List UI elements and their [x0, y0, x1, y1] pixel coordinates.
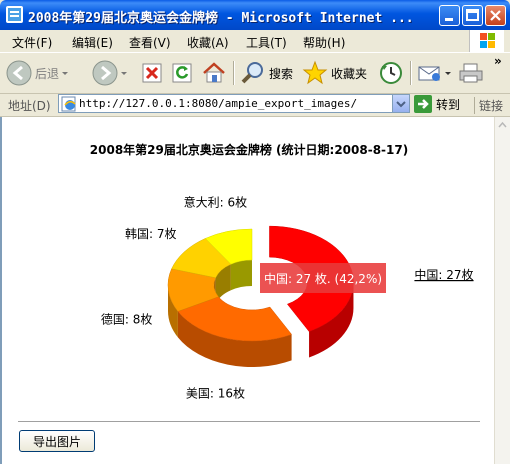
toolbar-separator	[410, 61, 412, 85]
go-label: 转到	[436, 97, 461, 112]
scroll-up-arrow-icon	[498, 121, 507, 128]
toolbar-separator	[233, 61, 235, 85]
divider	[18, 421, 480, 422]
title-bar: 2008年第29届北京奥运会金牌榜 - Microsoft Internet .…	[0, 0, 510, 30]
dropdown-arrow-icon	[445, 72, 451, 75]
address-url: http://127.0.0.1:8080/ampie_export_image…	[79, 97, 358, 110]
address-bar: 地址(D) http://127.0.0.1:8080/ampie_export…	[0, 92, 510, 117]
menu-help[interactable]: 帮助(H)	[303, 34, 345, 51]
address-dropdown-button[interactable]	[392, 95, 409, 112]
home-icon	[203, 62, 225, 83]
refresh-button[interactable]	[172, 59, 192, 87]
history-icon	[380, 62, 402, 84]
print-button[interactable]	[458, 59, 484, 87]
pie-slice-inner-4	[230, 260, 252, 291]
menu-favorites[interactable]: 收藏(A)	[187, 34, 229, 51]
back-label: 后退	[35, 66, 60, 81]
star-icon	[302, 60, 328, 85]
menu-edit[interactable]: 编辑(E)	[72, 34, 113, 51]
minimize-button[interactable]	[439, 5, 460, 26]
dropdown-arrow-icon	[121, 72, 127, 75]
pie-label-1: 美国: 16枚	[186, 385, 245, 400]
legend-entry-china[interactable]: 中国: 27枚	[414, 267, 473, 282]
history-button[interactable]	[378, 59, 404, 87]
windows-logo	[469, 30, 504, 52]
forward-arrow-icon	[92, 60, 118, 86]
windows-flag-icon	[480, 33, 495, 48]
dropdown-arrow-icon	[62, 72, 69, 75]
pie-label-4: 意大利: 6枚	[184, 195, 248, 210]
toolbar-overflow-chevron[interactable]: »	[494, 54, 502, 68]
vertical-scrollbar[interactable]	[494, 117, 510, 464]
address-label: 地址(D)	[8, 99, 51, 113]
stop-button[interactable]	[142, 59, 162, 87]
toolbar: 后退 搜索 收藏夹 »	[0, 52, 510, 94]
pie-chart: 美国: 16枚 德国: 8枚 韩国: 7枚 意大利: 6枚中国: 27 枚. (42,…	[101, 195, 474, 401]
scroll-up-button[interactable]	[495, 117, 510, 133]
favorites-button[interactable]: 收藏夹	[302, 59, 367, 87]
links-label[interactable]: 链接	[474, 97, 503, 114]
search-icon	[241, 62, 263, 84]
window-title: 2008年第29届北京奥运会金牌榜 - Microsoft Internet .…	[28, 11, 414, 26]
search-label: 搜索	[269, 66, 294, 81]
maximize-button[interactable]	[462, 5, 483, 26]
forward-button[interactable]	[92, 59, 130, 87]
chevron-down-icon	[396, 101, 406, 108]
menu-tools[interactable]: 工具(T)	[246, 34, 287, 51]
menu-file[interactable]: 文件(F)	[12, 34, 52, 51]
page-icon	[61, 96, 76, 112]
favorites-label: 收藏夹	[331, 66, 368, 81]
page-content: 2008年第29届北京奥运会金牌榜 (统计日期:2008-8-17) 美国: 1…	[0, 117, 494, 464]
stop-icon	[142, 63, 162, 83]
export-image-button[interactable]: 导出图片	[19, 430, 95, 452]
refresh-icon	[172, 63, 192, 83]
search-button[interactable]: 搜索	[240, 59, 293, 87]
back-button[interactable]: 后退	[6, 59, 71, 87]
printer-icon	[459, 63, 483, 83]
ie-icon	[6, 6, 23, 23]
maximize-icon	[466, 9, 479, 21]
go-arrow-icon	[414, 95, 432, 113]
minimize-icon	[445, 18, 453, 21]
menu-bar: 文件(F) 编辑(E) 查看(V) 收藏(A) 工具(T) 帮助(H)	[0, 30, 510, 52]
mail-icon	[418, 66, 440, 81]
pie-label-3: 韩国: 7枚	[125, 226, 177, 241]
mail-button[interactable]	[417, 59, 453, 87]
close-icon	[490, 10, 501, 21]
pie-label-2: 德国: 8枚	[101, 311, 153, 326]
menu-view[interactable]: 查看(V)	[129, 34, 171, 51]
go-button[interactable]: 转到	[414, 95, 460, 113]
chart-tooltip: 中国: 27 枚. (42,2%)	[260, 263, 386, 293]
close-button[interactable]	[485, 5, 506, 26]
home-button[interactable]	[201, 59, 227, 87]
tooltip-text: 中国: 27 枚. (42,2%)	[264, 271, 382, 286]
back-arrow-icon	[6, 60, 32, 86]
address-input[interactable]: http://127.0.0.1:8080/ampie_export_image…	[58, 94, 410, 113]
